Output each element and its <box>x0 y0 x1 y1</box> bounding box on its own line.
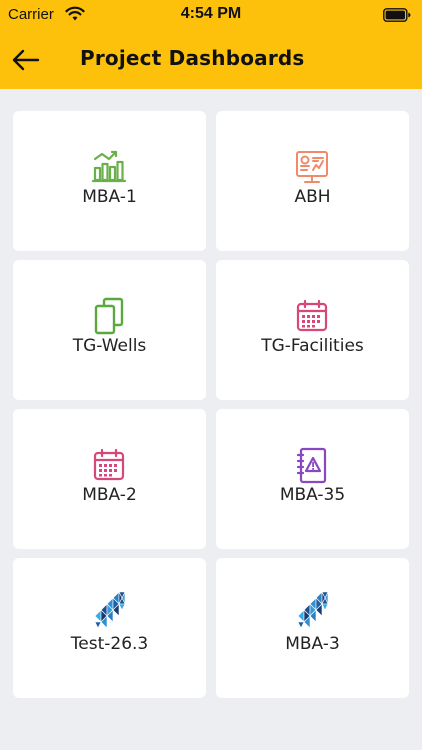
card-label: MBA-3 <box>285 634 340 654</box>
calendar-icon <box>93 448 125 481</box>
card-label: TG-Facilities <box>261 336 364 356</box>
dashboard-card-tg-facilities[interactable]: TG-Facilities <box>216 260 409 400</box>
card-label: ABH <box>294 187 331 207</box>
dashboard-card-test-26-3[interactable]: Test-26.3 <box>13 558 206 698</box>
dashboard-card-mba-35[interactable]: MBA-35 <box>216 409 409 549</box>
clock: 4:54 PM <box>180 5 242 22</box>
bar-chart-growth-icon <box>91 150 127 183</box>
dashboard-monitor-icon <box>296 151 328 183</box>
triangle-logo-icon <box>297 591 329 629</box>
battery-icon <box>383 8 411 22</box>
dashboard-card-tg-wells[interactable]: TG-Wells <box>13 260 206 400</box>
card-label: MBA-35 <box>279 485 346 505</box>
dashboard-card-mba-2[interactable]: MBA-2 <box>13 409 206 549</box>
notebook-warning-icon <box>296 447 327 484</box>
page-title: Project Dashboards <box>80 46 305 70</box>
card-label: MBA-2 <box>82 485 137 505</box>
card-label: TG-Wells <box>72 336 147 356</box>
dashboard-card-mba-3[interactable]: MBA-3 <box>216 558 409 698</box>
documents-copy-icon <box>94 297 124 335</box>
dashboard-card-abh[interactable]: ABH <box>216 111 409 251</box>
triangle-logo-icon <box>94 591 126 629</box>
status-bar: Carrier 4:54 PM <box>0 0 422 30</box>
card-label: Test-26.3 <box>70 634 149 654</box>
dashboard-card-mba-1[interactable]: MBA-1 <box>13 111 206 251</box>
back-arrow-icon[interactable] <box>9 44 43 76</box>
card-label: MBA-1 <box>82 187 137 207</box>
app-bar: Project Dashboards <box>0 30 422 89</box>
calendar-icon <box>296 299 328 332</box>
